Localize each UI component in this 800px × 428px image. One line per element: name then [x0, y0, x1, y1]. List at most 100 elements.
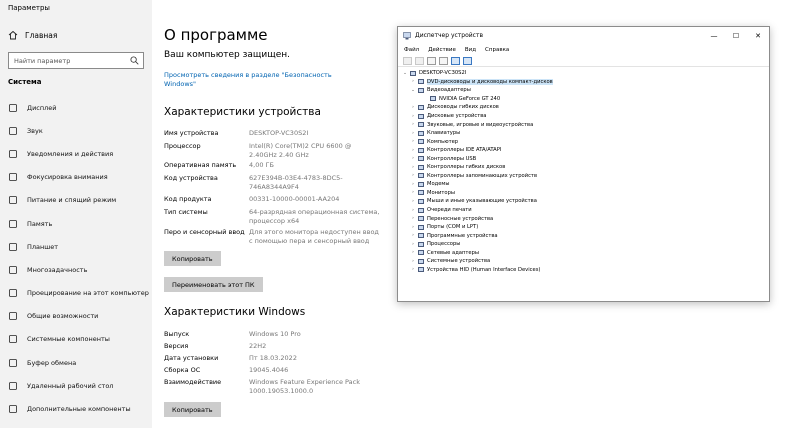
back-icon[interactable]: [403, 56, 412, 65]
menu-item[interactable]: Вид: [465, 47, 476, 53]
spec-key: Тип системы: [164, 208, 208, 216]
chevron-right-icon[interactable]: ›: [410, 250, 416, 255]
device-manager-titlebar[interactable]: Диспетчер устройств — ☐ ✕: [398, 27, 769, 44]
help-icon[interactable]: [451, 56, 460, 65]
sidebar-item[interactable]: Удаленный рабочий стол: [0, 374, 152, 397]
tablet-icon: [8, 242, 18, 252]
sidebar-item[interactable]: Питание и спящий режим: [0, 189, 152, 212]
tree-node[interactable]: › Контроллеры гибких дисков: [402, 163, 766, 172]
chevron-right-icon[interactable]: ›: [410, 165, 416, 170]
maximize-button[interactable]: ☐: [725, 27, 747, 44]
menu-item[interactable]: Справка: [485, 47, 509, 53]
chevron-right-icon[interactable]: ›: [410, 190, 416, 195]
protected-status: Ваш компьютер защищен.: [164, 50, 291, 60]
tree-node[interactable]: ⌄ DESKTOP-VC30S2I: [402, 69, 766, 78]
chevron-right-icon[interactable]: ›: [410, 105, 416, 110]
chevron-right-icon[interactable]: ›: [410, 216, 416, 221]
spec-key: Перо и сенсорный ввод: [164, 228, 245, 236]
tree-node[interactable]: › Модемы: [402, 180, 766, 189]
tree-node[interactable]: › Порты (COM и LPT): [402, 223, 766, 232]
system-device-icon: [418, 258, 424, 264]
chevron-down-icon[interactable]: ⌄: [410, 88, 416, 93]
close-button[interactable]: ✕: [747, 27, 769, 44]
sidebar-item[interactable]: Уведомления и действия: [0, 142, 152, 165]
sidebar-item[interactable]: Общие возможности: [0, 305, 152, 328]
minimize-button[interactable]: —: [703, 27, 725, 44]
forward-icon[interactable]: [415, 56, 424, 65]
chevron-right-icon[interactable]: ›: [410, 114, 416, 119]
sidebar-item[interactable]: Проецирование на этот компьютер: [0, 282, 152, 305]
chevron-right-icon[interactable]: ›: [410, 148, 416, 153]
monitor-icon[interactable]: [463, 56, 472, 65]
spec-value: Windows 10 Pro: [249, 330, 301, 338]
chevron-right-icon[interactable]: ›: [410, 122, 416, 127]
shared-experiences-icon: [8, 311, 18, 321]
tree-node-label: Программные устройства: [427, 232, 498, 239]
spec-value: Windows Feature Experience Pack 1000.190…: [249, 378, 360, 395]
tree-node[interactable]: › Компьютер: [402, 137, 766, 146]
tree-node[interactable]: › Клавиатуры: [402, 129, 766, 138]
sidebar-item[interactable]: Фокусировка внимания: [0, 166, 152, 189]
device-manager-toolbar: [398, 55, 769, 67]
tree-node[interactable]: › Программные устройства: [402, 231, 766, 240]
tree-node[interactable]: › Контроллеры IDE ATA/ATAPI: [402, 146, 766, 155]
chevron-down-icon[interactable]: ⌄: [402, 71, 408, 76]
menu-item[interactable]: Действие: [428, 47, 456, 53]
chevron-right-icon[interactable]: ›: [410, 79, 416, 84]
tree-node[interactable]: › Процессоры: [402, 240, 766, 249]
chevron-right-icon[interactable]: ›: [410, 182, 416, 187]
rename-pc-button[interactable]: Переименовать этот ПК: [164, 277, 263, 292]
copy-windows-specs-button[interactable]: Копировать: [164, 402, 221, 417]
tree-node[interactable]: › DVD-дисководы и дисководы компакт-диско…: [402, 78, 766, 87]
tree-node-label: Порты (COM и LPT): [427, 224, 479, 231]
tree-node[interactable]: › Звуковые, игровые и видеоустройства: [402, 120, 766, 129]
chevron-right-icon[interactable]: ›: [410, 139, 416, 144]
tree-node[interactable]: › Дисководы гибких дисков: [402, 103, 766, 112]
sidebar-item[interactable]: Планшет: [0, 235, 152, 258]
view-icon[interactable]: [427, 56, 436, 65]
sidebar-item[interactable]: Дисплей: [0, 96, 152, 119]
chevron-right-icon[interactable]: ›: [410, 131, 416, 136]
copy-device-specs-button[interactable]: Копировать: [164, 251, 221, 266]
tree-node[interactable]: › Контроллеры запоминающих устройств: [402, 172, 766, 181]
tree-node[interactable]: › Мыши и иные указывающие устройства: [402, 197, 766, 206]
sidebar-item-label: Удаленный рабочий стол: [27, 381, 114, 390]
menu-item[interactable]: Файл: [404, 47, 419, 53]
tree-node[interactable]: › Дисковые устройства: [402, 112, 766, 121]
chevron-right-icon[interactable]: ›: [410, 225, 416, 230]
search-input[interactable]: Найти параметр: [8, 52, 144, 69]
spec-key: Код продукта: [164, 195, 212, 203]
tree-node[interactable]: › Сетевые адаптеры: [402, 248, 766, 257]
tree-node[interactable]: NVIDIA GeForce GT 240: [402, 95, 766, 104]
tree-node[interactable]: › Переносные устройства: [402, 214, 766, 223]
tree-node-label: Контроллеры IDE ATA/ATAPI: [427, 147, 502, 154]
sidebar-item[interactable]: Память: [0, 212, 152, 235]
chevron-right-icon[interactable]: ›: [410, 259, 416, 264]
sidebar-item[interactable]: Многозадачность: [0, 258, 152, 281]
home-nav-item[interactable]: Главная: [8, 30, 57, 40]
properties-icon[interactable]: [439, 56, 448, 65]
device-manager-window[interactable]: Диспетчер устройств — ☐ ✕ Файл Действие Ви…: [397, 26, 770, 302]
chevron-right-icon[interactable]: ›: [410, 267, 416, 272]
tree-node[interactable]: › Системные устройства: [402, 257, 766, 266]
tree-node[interactable]: › Мониторы: [402, 189, 766, 198]
sidebar-item[interactable]: Дополнительные компоненты: [0, 397, 152, 420]
tree-node[interactable]: ⌄ Видеоадаптеры: [402, 86, 766, 95]
chevron-right-icon[interactable]: ›: [410, 233, 416, 238]
sidebar-item[interactable]: О программе: [0, 421, 152, 428]
chevron-right-icon[interactable]: ›: [410, 242, 416, 247]
sidebar-nav-list: Дисплей Звук Уведомления и действия Фокусир…: [0, 96, 152, 428]
search-icon: [130, 56, 139, 65]
chevron-right-icon[interactable]: ›: [410, 173, 416, 178]
sidebar-item[interactable]: Звук: [0, 119, 152, 142]
sidebar-item[interactable]: Буфер обмена: [0, 351, 152, 374]
sidebar-item[interactable]: Системные компоненты: [0, 328, 152, 351]
tree-node[interactable]: › Очереди печати: [402, 206, 766, 215]
tree-node[interactable]: › Устройства HID (Human Interface Devices…: [402, 266, 766, 275]
chevron-right-icon[interactable]: ›: [410, 208, 416, 213]
monitor-icon: [418, 190, 424, 196]
chevron-right-icon[interactable]: ›: [410, 199, 416, 204]
security-details-link[interactable]: Просмотреть сведения в разделе "Безопасн…: [164, 71, 354, 89]
tree-node[interactable]: › Контроллеры USB: [402, 154, 766, 163]
chevron-right-icon[interactable]: ›: [410, 156, 416, 161]
